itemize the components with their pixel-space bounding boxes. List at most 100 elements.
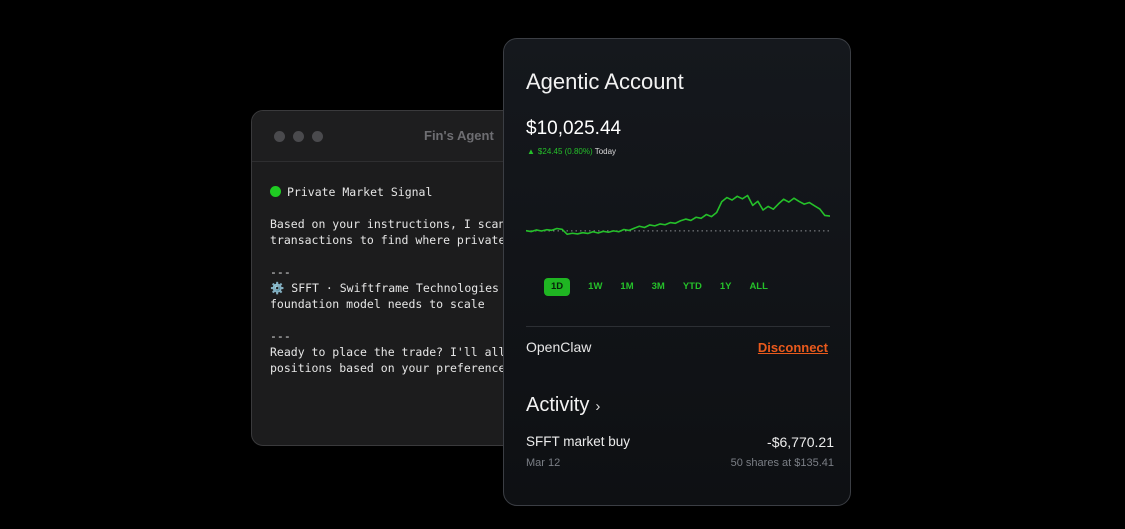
signal-heading: Private Market Signal (287, 185, 433, 199)
chart-point (793, 197, 795, 199)
transaction-name[interactable]: SFFT market buy (526, 434, 630, 449)
range-button-3m[interactable]: 3M (652, 278, 665, 296)
maximize-window-button[interactable] (312, 131, 323, 142)
window-controls (274, 131, 323, 142)
prompt-line-1: Ready to place the trade? I'll allo (270, 345, 513, 359)
terminal-output: Private Market Signal Based on your inst… (270, 184, 513, 376)
chart-point (716, 211, 718, 214)
chart-point (546, 229, 548, 231)
chart-point (819, 208, 821, 210)
chart-point (540, 230, 543, 232)
chart-point (654, 225, 656, 227)
transaction-detail: 50 shares at $135.41 (730, 457, 834, 469)
chart-point (710, 215, 713, 218)
chart-point (607, 231, 610, 233)
chart-point (649, 224, 651, 226)
chart-point (623, 228, 625, 231)
account-title: Agentic Account (526, 69, 684, 94)
chart-point (813, 205, 816, 207)
chart-point (762, 209, 764, 211)
chart-point (695, 216, 697, 218)
range-button-1m[interactable]: 1M (620, 278, 633, 296)
chart-point (664, 224, 666, 226)
chart-point (767, 205, 769, 207)
chart-points (526, 194, 830, 235)
ticker-line-1: ⚙️ SFFT · Swiftframe Technologies · (270, 280, 513, 296)
ticker-text: SFFT · Swiftframe Technologies · (291, 281, 513, 295)
terminal-title: Fin's Agent (424, 128, 494, 143)
chart-point (535, 229, 537, 231)
chart-point (674, 222, 677, 224)
change-period: Today (594, 147, 617, 156)
chart-point (746, 194, 749, 197)
ticker-line-2: foundation model needs to scale (270, 297, 485, 311)
separator-1: --- (270, 265, 291, 279)
chart-point (679, 220, 682, 222)
chart-series-line (526, 194, 830, 236)
change-value: $24.45 (0.80%) (537, 147, 593, 156)
prompt-line-2: positions based on your preferences (270, 361, 513, 375)
account-balance: $10,025.44 (526, 118, 622, 139)
chart-point (576, 233, 579, 235)
chart-point (612, 230, 615, 232)
agentic-account-card: Agentic Account $10,025.44 ▲ $24.45 (0.80… (503, 38, 851, 506)
stage: Fin's Agent Private Market Signal Based … (0, 0, 1125, 529)
chart-point (783, 198, 785, 200)
minimize-window-button[interactable] (293, 131, 304, 142)
transaction-amount: -$6,770.21 (767, 434, 834, 450)
paragraph-line-2: transactions to find where private (270, 233, 506, 247)
integration-name: OpenClaw (526, 339, 592, 355)
up-triangle-icon: ▲ (527, 147, 535, 156)
range-button-1w[interactable]: 1W (588, 278, 602, 296)
chart-point (628, 229, 630, 232)
chart-point (571, 232, 573, 234)
chart-point (602, 230, 604, 232)
chart-point (597, 232, 599, 234)
chart-point (741, 198, 744, 200)
range-button-1y[interactable]: 1Y (720, 278, 732, 296)
chart-point (659, 223, 661, 225)
chart-point (690, 219, 692, 222)
chart-point (757, 200, 759, 202)
chart-point (587, 232, 589, 235)
chart-point (798, 200, 800, 202)
section-divider (526, 326, 830, 327)
time-range-selector: 1D 1W 1M 3M YTD 1Y ALL (544, 278, 786, 296)
transaction-date: Mar 12 (526, 457, 561, 469)
chart-point (551, 229, 553, 231)
chart-point (566, 233, 568, 235)
chart-point (638, 225, 640, 227)
range-button-all[interactable]: ALL (749, 278, 767, 296)
chart-point (582, 232, 584, 234)
chart-point (669, 221, 671, 224)
disconnect-link[interactable]: Disconnect (758, 340, 828, 355)
chart-point (726, 196, 728, 199)
chart-point (736, 195, 738, 197)
close-window-button[interactable] (274, 131, 285, 142)
chart-point (633, 227, 635, 229)
activity-header[interactable]: Activity › (526, 394, 600, 417)
chart-point (685, 218, 687, 220)
price-chart[interactable] (526, 179, 830, 251)
chart-point (721, 201, 723, 203)
daily-change: ▲ $24.45 (0.80%) Today (527, 147, 616, 156)
chart-point (561, 228, 563, 230)
chart-point (618, 231, 620, 233)
separator-2: --- (270, 329, 291, 343)
activity-heading: Activity (526, 394, 590, 416)
status-dot-icon (270, 186, 281, 197)
chart-point (808, 201, 810, 204)
signal-heading-line: Private Market Signal (270, 184, 513, 200)
chart-point (731, 199, 733, 201)
chart-point (824, 214, 826, 217)
chart-point (788, 201, 790, 203)
chart-point (772, 208, 774, 210)
chevron-right-icon: › (595, 398, 601, 415)
paragraph-line-1: Based on your instructions, I scann (270, 217, 513, 231)
chart-point (705, 213, 707, 216)
chart-point (556, 227, 558, 230)
chart-point (777, 203, 780, 205)
range-button-ytd[interactable]: YTD (683, 278, 702, 296)
range-button-1d[interactable]: 1D (544, 278, 571, 296)
chart-point (803, 203, 805, 205)
